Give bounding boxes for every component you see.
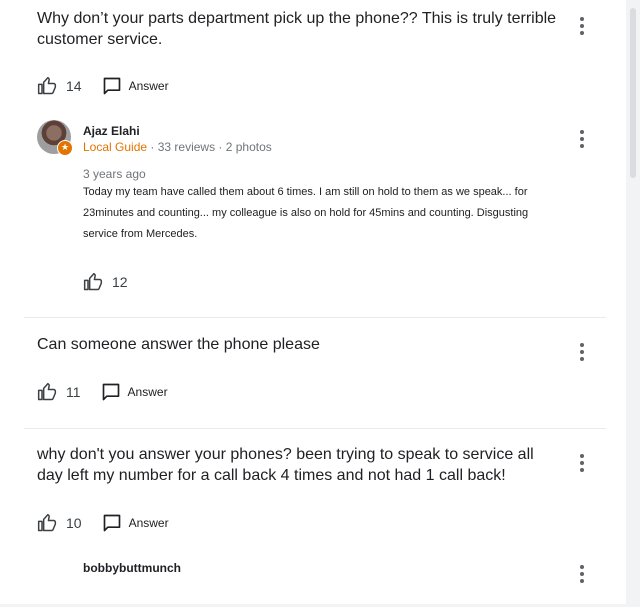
question-3-more-button[interactable] <box>572 453 592 473</box>
scrollbar-thumb[interactable] <box>630 8 636 178</box>
thumb-up-icon[interactable] <box>37 382 57 402</box>
question-2-text: Can someone answer the phone please <box>37 336 320 353</box>
answer-1-text: Today my team have called them about 6 t… <box>83 186 529 240</box>
answer-1-author-name[interactable]: Ajaz Elahi <box>83 124 140 138</box>
more-vert-icon <box>580 343 584 347</box>
local-guide-label[interactable]: Local Guide <box>83 140 147 154</box>
answer-2-more-button[interactable] <box>572 564 592 584</box>
more-vert-icon <box>580 454 584 458</box>
question-1-text: Why don’t your parts department pick up … <box>37 10 557 48</box>
divider <box>24 317 606 318</box>
question-2-actions: 11 Answer <box>37 382 168 402</box>
question-1-like-count: 14 <box>66 78 82 94</box>
answer-1-author-meta: Local Guide · 33 reviews · 2 photos <box>83 140 272 154</box>
photos-count[interactable]: 2 photos <box>226 140 272 154</box>
more-vert-icon <box>580 17 584 21</box>
question-2-answer-button[interactable]: Answer <box>128 385 168 399</box>
answer-1-time: 3 years ago <box>83 167 146 181</box>
divider <box>24 428 606 429</box>
answer-2-author-name[interactable]: bobbybuttmunch <box>83 561 181 575</box>
answer-1-more-button[interactable] <box>572 129 592 149</box>
reviews-count[interactable]: 33 reviews <box>158 140 215 154</box>
question-1-actions: 14 Answer <box>37 76 169 96</box>
more-vert-icon <box>580 565 584 569</box>
local-guide-badge-icon: ★ <box>57 140 73 156</box>
question-3-text: why don't you answer your phones? been t… <box>37 446 534 484</box>
question-3-like-count: 10 <box>66 515 82 531</box>
more-vert-icon <box>580 130 584 134</box>
question-2-like-count: 11 <box>66 384 81 400</box>
question-1-answer-button[interactable]: Answer <box>129 79 169 93</box>
question-1-more-button[interactable] <box>572 16 592 36</box>
comment-icon[interactable] <box>102 513 122 533</box>
comment-icon[interactable] <box>101 382 121 402</box>
vertical-scrollbar[interactable] <box>626 0 640 607</box>
thumb-up-icon[interactable] <box>83 272 103 292</box>
thumb-up-icon[interactable] <box>37 76 57 96</box>
question-3-actions: 10 Answer <box>37 513 169 533</box>
question-3-answer-button[interactable]: Answer <box>129 516 169 530</box>
thumb-up-icon[interactable] <box>37 513 57 533</box>
question-2-more-button[interactable] <box>572 342 592 362</box>
comment-icon[interactable] <box>102 76 122 96</box>
answer-1-actions: 12 <box>83 272 128 292</box>
answer-1-like-count: 12 <box>112 274 128 290</box>
